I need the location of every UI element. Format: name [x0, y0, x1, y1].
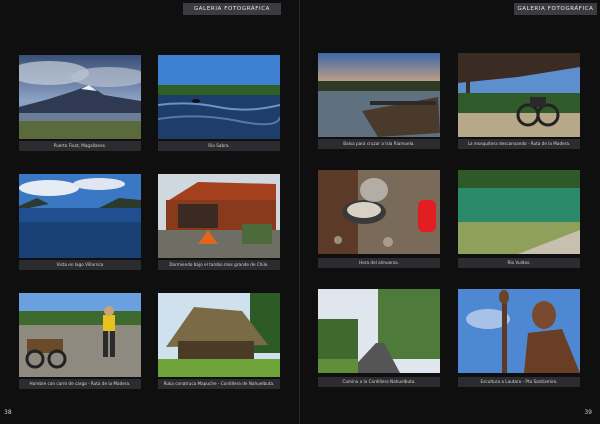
photo-caption: Hora del almuerzo. [318, 258, 440, 268]
photo-image [19, 174, 141, 258]
photo-caption: Balsa para cruzar a Isla Riamuela. [318, 139, 440, 149]
photo-image [318, 170, 440, 254]
right-page: GALERIA FOTOGRÁFICA Balsa para cruzar a … [300, 0, 600, 424]
page-header: GALERIA FOTOGRÁFICA [514, 3, 597, 15]
photo-ruka[interactable] [158, 293, 280, 377]
page-header: GALERIA FOTOGRÁFICA [183, 3, 281, 15]
page-number: 39 [584, 409, 592, 416]
page-number: 38 [4, 409, 12, 416]
photo-camino[interactable] [318, 289, 440, 373]
photo-caption: Hombre con carro de carga - Ruta de la M… [19, 379, 141, 389]
photo-image [318, 289, 440, 373]
photo-image [458, 170, 580, 254]
photo-image [158, 293, 280, 377]
photo-image [158, 174, 280, 258]
photo-lago[interactable] [19, 174, 141, 258]
photo-caption: La mosquitera descansando - Ruta de la M… [458, 139, 580, 149]
photo-lautaro[interactable] [458, 289, 580, 373]
photo-image [458, 289, 580, 373]
photo-caption: Puerto Fivat, Magallanes. [19, 141, 141, 151]
photo-tambo[interactable] [158, 174, 280, 258]
photo-caption: Camino a la Cordillera Nahuelbuta. [318, 377, 440, 387]
photo-image [158, 55, 280, 139]
photo-image [318, 53, 440, 137]
photo-carro[interactable] [19, 293, 141, 377]
photo-caption: Ruka conatruca Mapuche - Cordillera de N… [158, 379, 280, 389]
photo-caption: Vista en lago Villarrica [19, 260, 141, 270]
photo-caption: Rio Sabra. [158, 141, 280, 151]
photo-rio[interactable] [158, 55, 280, 139]
photo-image [19, 55, 141, 139]
photo-bicicleta[interactable] [458, 53, 580, 137]
photo-balsa[interactable] [318, 53, 440, 137]
photo-almuerzo[interactable] [318, 170, 440, 254]
photo-rio-vuldos[interactable] [458, 170, 580, 254]
photo-image [458, 53, 580, 137]
photo-image [19, 293, 141, 377]
left-page: GALERIA FOTOGRÁFICA Puerto Fivat, Magall… [0, 0, 300, 424]
photo-caption: Rio Vuldos. [458, 258, 580, 268]
photo-caption: Dormiendo bajo el tambo mas grande de Ch… [158, 260, 280, 270]
photo-caption: Escultura a Lautaro - Pto Santiamiro. [458, 377, 580, 387]
photo-puerto-mountains[interactable] [19, 55, 141, 139]
